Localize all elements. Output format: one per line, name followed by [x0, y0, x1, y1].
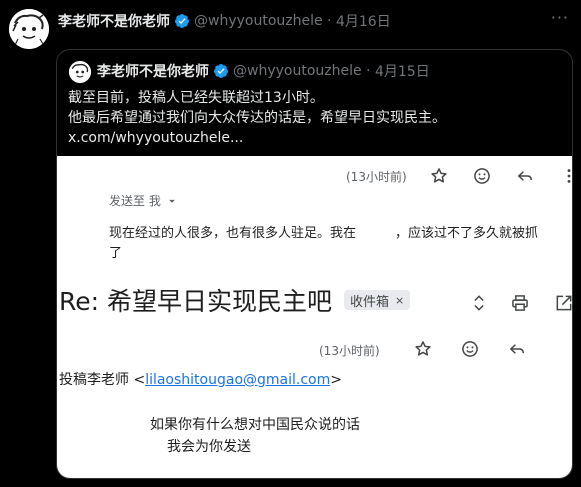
reply-icon — [507, 339, 527, 359]
quoted-tweet-text: 截至目前，投稿人已经失联超过13小时。 他最后希望通过我们向大众传达的话是，希望… — [68, 88, 563, 148]
message-time: (13小时前) — [346, 170, 407, 184]
sender-name: 投稿李老师 — [59, 372, 129, 388]
quoted-link[interactable]: x.com/whyyoutouzhele... — [68, 128, 563, 148]
inbox-label-chip: 收件箱 × — [344, 290, 411, 310]
avatar[interactable] — [9, 9, 49, 49]
message-time: (13小时前) — [319, 344, 380, 358]
verified-badge-icon — [213, 64, 228, 78]
separator-dot: · — [361, 63, 375, 79]
message-body-line: 如果你有什么想对中国民众说的话 — [150, 417, 360, 433]
emoji-icon — [472, 166, 492, 186]
message-body: 如果你有什么想对中国民众说的话 我会为你发送 — [150, 414, 360, 458]
recipient-line: 发送至 我 — [109, 192, 179, 209]
sender-email-link: lilaoshitougao@gmail.com — [145, 372, 331, 388]
verified-badge-icon — [174, 14, 189, 28]
star-icon — [429, 166, 449, 186]
sender-line: 投稿李老师 <lilaoshitougao@gmail.com> — [59, 369, 342, 389]
tweet-header: 李老师不是你老师 @whyyoutouzhele · 4月16日 — [58, 10, 391, 32]
message-body-line: 了 — [109, 246, 123, 261]
more-options-icon[interactable]: ··· — [551, 8, 569, 27]
quoted-author-name: 李老师不是你老师 — [97, 64, 209, 80]
expand-icon — [469, 293, 489, 313]
quoted-text-line: 截至目前，投稿人已经失联超过13小时。 — [68, 90, 324, 106]
quoted-author-handle: @whyyoutouzhele — [233, 63, 362, 79]
sender-email-close: > — [330, 372, 342, 388]
recipient-label: 发送至 我 — [109, 194, 161, 208]
quoted-text-line: 他最后希望通过我们向大众传达的话是，希望早日实现民主。 — [68, 110, 446, 126]
email-screenshot[interactable]: (13小时前) 发送至 我 现在经过的人很多，也有很多人驻足。我在 ，应该过不了… — [57, 156, 572, 478]
open-new-window-icon — [554, 293, 572, 313]
author-name[interactable]: 李老师不是你老师 — [58, 11, 170, 31]
message-body-line: 现在经过的人很多，也有很多人驻足。我在 ，应该过不了多久就被抓 — [109, 226, 539, 241]
quoted-tweet-card[interactable]: 李老师不是你老师 @whyyoutouzhele · 4月15日 截至目前，投稿… — [56, 49, 573, 479]
reply-icon — [515, 166, 535, 186]
quoted-date: 4月15日 — [374, 64, 430, 80]
author-handle[interactable]: @whyyoutouzhele — [194, 13, 323, 29]
message-body: 现在经过的人很多，也有很多人驻足。我在 ，应该过不了多久就被抓 了 — [109, 224, 572, 264]
separator-dot: · — [322, 13, 336, 29]
print-icon — [510, 293, 530, 313]
email-subject: Re: 希望早日实现民主吧 收件箱 × — [59, 282, 411, 318]
emoji-icon — [460, 339, 480, 359]
more-vert-icon — [559, 166, 572, 186]
subject-text: Re: 希望早日实现民主吧 — [59, 287, 332, 316]
quoted-avatar — [69, 61, 91, 83]
star-icon — [413, 339, 433, 359]
dropdown-arrow-icon — [168, 199, 175, 203]
close-icon: × — [395, 293, 405, 307]
label-chip-text: 收件箱 — [350, 294, 390, 310]
quoted-header: 李老师不是你老师 @whyyoutouzhele · 4月15日 — [97, 60, 430, 82]
sender-email-open: < — [133, 372, 146, 388]
message-body-line: 我会为你发送 — [167, 439, 251, 455]
tweet-date[interactable]: 4月16日 — [336, 11, 391, 31]
